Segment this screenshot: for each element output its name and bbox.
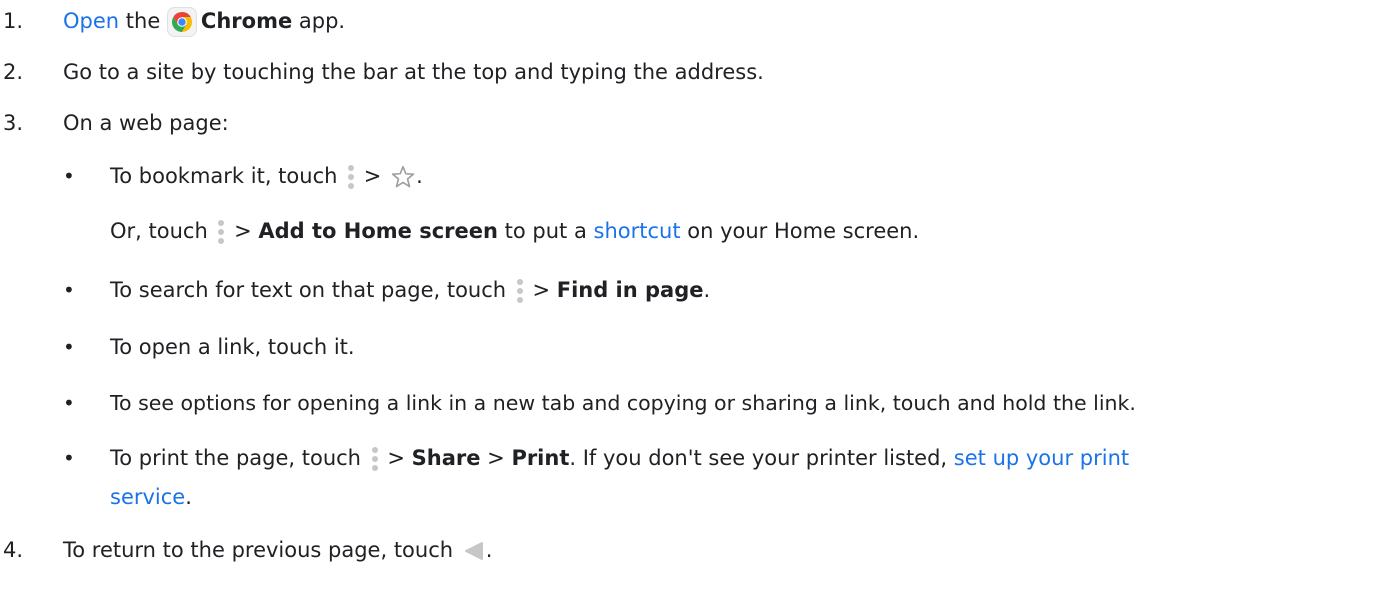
bullet-dot: • xyxy=(63,446,75,470)
more-vert-icon xyxy=(371,446,379,472)
step-text: Go to a site by touching the bar at the … xyxy=(63,60,764,84)
print-label: Print xyxy=(511,446,570,470)
step-number: 2. xyxy=(3,60,24,84)
home-screen-tip: Or, touch > Add to Home screen to put a … xyxy=(110,219,920,245)
step-text: To return to the previous page, touch . xyxy=(63,538,493,563)
share-label: Share xyxy=(411,446,481,470)
chrome-icon xyxy=(166,7,197,37)
bullet-dot: • xyxy=(63,335,75,359)
bullet-link-options: To see options for opening a link in a n… xyxy=(110,391,1136,415)
more-vert-icon xyxy=(516,278,524,304)
set-up-print-service-link[interactable]: set up your print xyxy=(954,446,1129,470)
bullet-open-link: To open a link, touch it. xyxy=(110,335,355,359)
open-link[interactable]: Open xyxy=(63,9,119,33)
find-in-page-label: Find in page xyxy=(556,278,704,302)
back-triangle-icon xyxy=(460,539,486,563)
set-up-print-service-link-continued[interactable]: service xyxy=(110,485,185,509)
bullet-print-continued: service. xyxy=(110,485,192,509)
step-number: 3. xyxy=(3,111,24,135)
bullet-bookmark: To bookmark it, touch > . xyxy=(110,164,423,190)
bullet-find-in-page: To search for text on that page, touch >… xyxy=(110,278,711,304)
bullet-print: To print the page, touch > Share > Print… xyxy=(110,446,1130,472)
bullet-dot: • xyxy=(63,391,75,415)
add-to-home-screen-label: Add to Home screen xyxy=(258,219,498,243)
chrome-app-name: Chrome xyxy=(200,9,293,33)
star-outline-icon xyxy=(390,164,416,190)
step-text: Open the Chrome app. xyxy=(63,6,345,37)
bullet-dot: • xyxy=(63,164,75,188)
step-number: 4. xyxy=(3,538,24,562)
step-number: 1. xyxy=(3,9,24,33)
more-vert-icon xyxy=(217,219,225,245)
more-vert-icon xyxy=(347,164,355,190)
shortcut-link[interactable]: shortcut xyxy=(594,219,681,243)
bullet-dot: • xyxy=(63,278,75,302)
step-text: On a web page: xyxy=(63,111,229,135)
